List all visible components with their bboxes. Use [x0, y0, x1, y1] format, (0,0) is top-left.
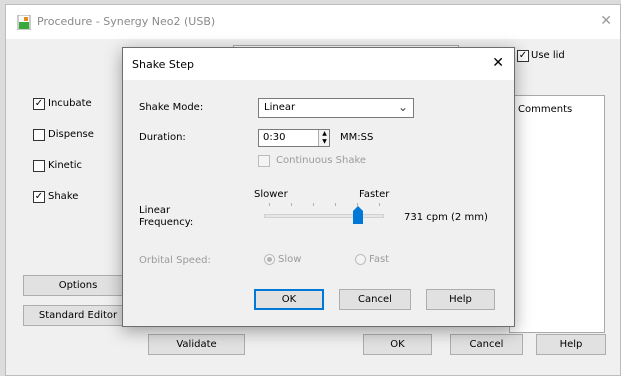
continuous-shake-checkbox[interactable]	[258, 155, 270, 167]
kinetic-checkbox[interactable]	[33, 160, 45, 172]
incubate-label: Incubate	[48, 98, 92, 109]
shake-label: Shake	[48, 191, 79, 202]
frequency-readout: 731 cpm (2 mm)	[404, 212, 488, 223]
dispense-checkbox[interactable]	[33, 129, 45, 141]
orbital-fast-radio[interactable]	[355, 254, 366, 265]
orbital-speed-label: Orbital Speed:	[139, 255, 211, 266]
use-lid-checkbox[interactable]: ✓	[517, 50, 529, 62]
shake-mode-select[interactable]: Linear ⌄	[258, 98, 414, 118]
slider-tick	[313, 203, 314, 206]
slider-tick	[269, 203, 270, 206]
shake-mode-value: Linear	[264, 102, 296, 113]
slider-thumb[interactable]	[352, 206, 363, 224]
slider-min-label: Slower	[254, 189, 288, 200]
slider-tick	[335, 203, 336, 206]
dialog-cancel-button[interactable]: Cancel	[339, 289, 411, 310]
comments-pane[interactable]: Comments	[509, 95, 605, 333]
orbital-slow-radio[interactable]	[264, 254, 275, 265]
linear-frequency-label-line1: Linear	[139, 205, 171, 216]
duration-label: Duration:	[139, 132, 186, 143]
dialog-ok-button[interactable]: OK	[254, 289, 324, 310]
kinetic-label: Kinetic	[48, 160, 83, 171]
shake-step-title-bar[interactable]: Shake Step ✕	[123, 48, 514, 80]
slider-max-label: Faster	[359, 189, 390, 200]
orbital-fast-label: Fast	[369, 254, 390, 265]
procedure-cancel-button[interactable]: Cancel	[450, 334, 523, 355]
slider-track[interactable]	[264, 214, 384, 218]
dialog-help-button[interactable]: Help	[426, 289, 495, 310]
stepper-up-icon[interactable]: ▲	[319, 130, 330, 138]
close-icon[interactable]: ✕	[600, 13, 612, 29]
close-icon[interactable]: ✕	[492, 55, 504, 71]
synergy-app-icon	[17, 15, 31, 30]
shake-step-dialog: Shake Step ✕ Shake Mode: Linear ⌄ Durati…	[122, 47, 515, 327]
stepper-down-icon[interactable]: ▼	[319, 138, 330, 146]
chevron-down-icon: ⌄	[397, 100, 408, 114]
duration-unit: MM:SS	[340, 132, 374, 143]
procedure-ok-button[interactable]: OK	[363, 334, 432, 355]
options-button[interactable]: Options	[23, 275, 133, 296]
use-lid-label: Use lid	[531, 50, 565, 61]
linear-frequency-label-line2: Frequency:	[139, 217, 194, 228]
slider-tick	[291, 203, 292, 206]
duration-value: 0:30	[263, 132, 286, 143]
procedure-title-bar[interactable]: Procedure - Synergy Neo2 (USB) ✕	[6, 5, 620, 39]
procedure-help-button[interactable]: Help	[536, 334, 606, 355]
dispense-label: Dispense	[48, 129, 94, 140]
shake-checkbox[interactable]: ✓	[33, 191, 45, 203]
orbital-slow-label: Slow	[278, 254, 302, 265]
comments-header: Comments	[518, 104, 573, 115]
validate-button[interactable]: Validate	[148, 334, 245, 355]
shake-mode-label: Shake Mode:	[139, 102, 204, 113]
slider-tick	[379, 203, 380, 206]
shake-step-title: Shake Step	[132, 58, 194, 71]
continuous-shake-label: Continuous Shake	[276, 155, 367, 166]
duration-stepper[interactable]: ▲ ▼	[318, 130, 329, 146]
standard-editor-button[interactable]: Standard Editor	[23, 305, 133, 326]
procedure-window-title: Procedure - Synergy Neo2 (USB)	[37, 15, 216, 28]
incubate-checkbox[interactable]: ✓	[33, 98, 45, 110]
